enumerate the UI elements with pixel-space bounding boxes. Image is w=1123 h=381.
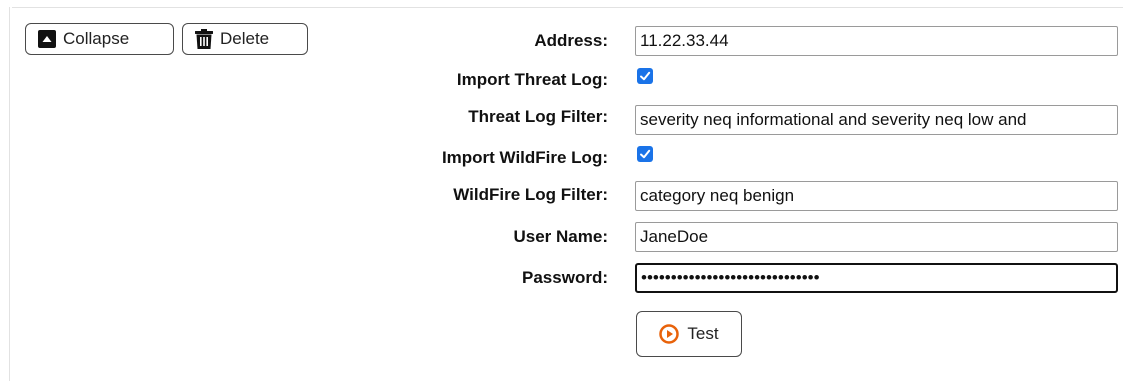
user-name-label: User Name:	[513, 227, 609, 246]
checkmark-icon	[640, 149, 651, 159]
play-circle-icon	[659, 324, 680, 344]
password-field[interactable]	[635, 263, 1118, 293]
import-wildfire-log-checkbox[interactable]	[637, 146, 653, 162]
collapse-up-icon	[38, 30, 56, 48]
import-threat-log-label: Import Threat Log:	[456, 70, 608, 89]
panel-top-border	[12, 7, 1123, 8]
trash-icon	[195, 29, 213, 49]
collapse-label: Collapse	[63, 29, 130, 48]
delete-button[interactable]: Delete	[182, 23, 308, 55]
address-label: Address:	[534, 31, 608, 50]
import-threat-log-checkbox[interactable]	[637, 68, 653, 84]
user-name-field[interactable]	[635, 222, 1118, 252]
checkmark-icon	[640, 71, 651, 81]
threat-log-filter-field[interactable]	[635, 105, 1118, 135]
wildfire-log-filter-field[interactable]	[635, 181, 1118, 211]
password-label: Password:	[522, 268, 608, 287]
wildfire-log-filter-label: WildFire Log Filter:	[453, 185, 608, 204]
panel-left-border	[9, 7, 10, 381]
address-field[interactable]	[635, 26, 1118, 56]
collapse-button[interactable]: Collapse	[25, 23, 174, 55]
test-button[interactable]: Test	[636, 311, 742, 357]
import-wildfire-log-label: Import WildFire Log:	[441, 148, 608, 167]
threat-log-filter-label: Threat Log Filter:	[468, 107, 608, 126]
delete-label: Delete	[220, 29, 270, 48]
test-label: Test	[687, 324, 719, 343]
